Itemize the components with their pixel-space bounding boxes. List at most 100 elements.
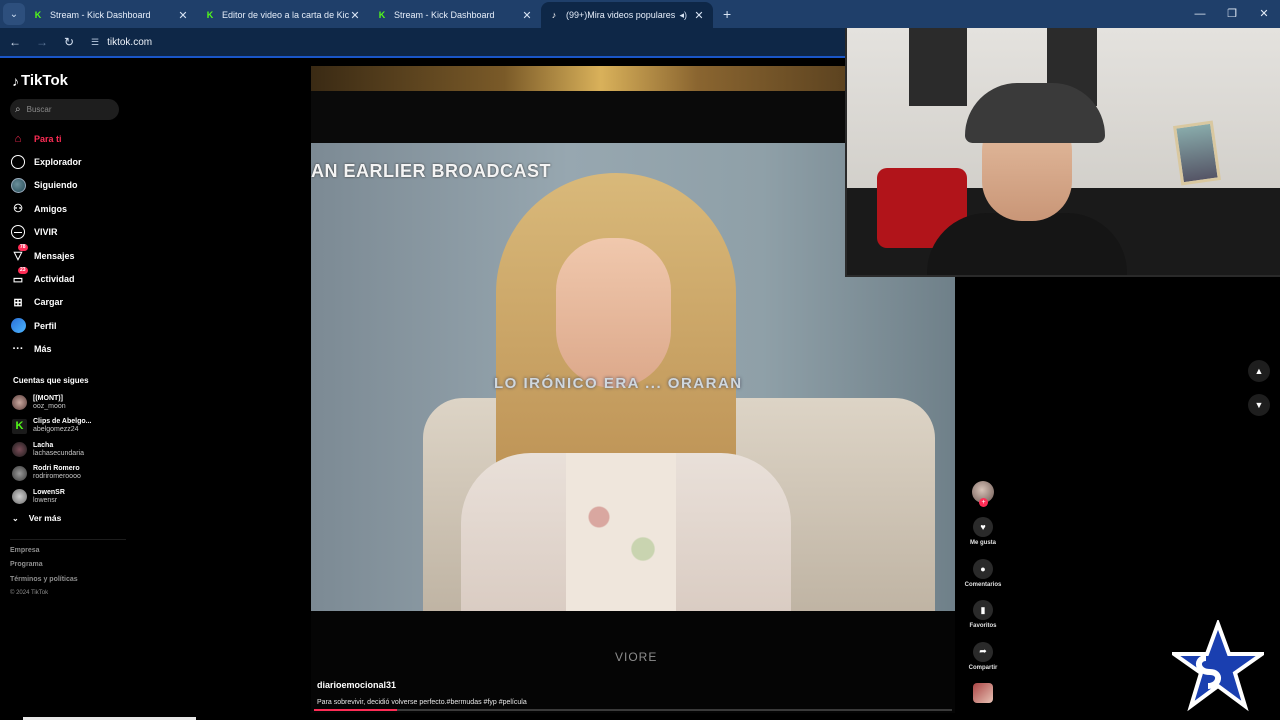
action-label: Favoritos bbox=[969, 623, 997, 629]
back-icon[interactable]: ← bbox=[3, 35, 27, 49]
channel-star-logo bbox=[1172, 620, 1264, 712]
nav-item-amigos[interactable]: ⚇ Amigos bbox=[10, 197, 128, 220]
account-name: Rodri Romero bbox=[33, 465, 80, 473]
nav-item-perfil[interactable]: Perfil bbox=[10, 314, 128, 337]
forward-icon[interactable]: → bbox=[30, 35, 54, 49]
account-name: LowenSR bbox=[33, 488, 65, 496]
video-caption: Para sobrevivir, decidió volverse perfec… bbox=[317, 699, 527, 706]
following-account[interactable]: Lacha lachasecundaria bbox=[12, 438, 128, 462]
more-icon: ··· bbox=[12, 343, 24, 356]
woman-face-shape bbox=[556, 238, 671, 388]
tab-close-icon[interactable]: ✕ bbox=[177, 9, 189, 22]
footer-link-empresa[interactable]: Empresa bbox=[10, 547, 78, 561]
kick-logo-icon: K bbox=[378, 10, 386, 20]
share-icon[interactable]: ➦ bbox=[973, 641, 993, 662]
action-label: Comentarios bbox=[964, 581, 1002, 588]
home-icon: ⌂ bbox=[14, 132, 22, 145]
scroll-up-button[interactable]: ▲ bbox=[1248, 360, 1270, 382]
tab-close-icon[interactable]: ✕ bbox=[349, 9, 361, 22]
site-info-icon[interactable]: ☰ bbox=[91, 37, 99, 48]
author-avatar[interactable]: + bbox=[972, 481, 994, 507]
sidebar: ♪ TikTok ⌕ ⌂ Para ti Explorador Siguiend… bbox=[0, 58, 130, 720]
follow-plus-icon[interactable]: + bbox=[979, 498, 988, 507]
account-name: Lacha bbox=[33, 441, 54, 449]
wall-frame-shape bbox=[1173, 120, 1221, 186]
account-user: lowensr bbox=[33, 496, 58, 504]
video-bottom-area: VIORE diarioemocional31 Para sobrevivir,… bbox=[311, 611, 955, 713]
tiktok-note-icon: ♪ bbox=[12, 72, 19, 89]
tab-close-icon[interactable]: ✕ bbox=[693, 9, 705, 22]
url-field[interactable]: ☰ tiktok.com bbox=[91, 37, 152, 48]
tab-title: Editor de video a la carta de Kick bbox=[222, 10, 349, 20]
following-section-title: Cuentas que sigues bbox=[13, 376, 89, 385]
footer-link-terminos[interactable]: Términos y políticas bbox=[10, 576, 78, 590]
search-box[interactable]: ⌕ bbox=[10, 99, 119, 120]
nav-item-mas[interactable]: ··· Más bbox=[10, 338, 128, 361]
following-account[interactable]: [(MONT)] ooz_moon bbox=[12, 391, 128, 415]
minimize-icon[interactable]: — bbox=[1184, 0, 1216, 28]
video-watermark: VIORE bbox=[615, 650, 658, 664]
compass-icon bbox=[10, 154, 26, 170]
nav-item-actividad[interactable]: ▭ 23 Actividad bbox=[10, 267, 128, 290]
nav-label: Amigos bbox=[34, 203, 68, 214]
bookmark-icon[interactable]: ▮ bbox=[973, 600, 993, 620]
nav-label: Más bbox=[34, 344, 52, 355]
following-account[interactable]: LowenSR lowensr bbox=[12, 485, 128, 509]
bookmark-action[interactable]: ▮ Favoritos bbox=[961, 600, 1005, 642]
comment-icon[interactable]: ● bbox=[973, 558, 993, 579]
footer-link-programa[interactable]: Programa bbox=[10, 561, 78, 575]
nav-item-vivir[interactable]: VIVIR bbox=[10, 221, 128, 244]
speaker-icon[interactable]: ◂) bbox=[679, 10, 687, 21]
new-tab-icon[interactable]: + bbox=[723, 6, 731, 22]
acoustic-panel bbox=[909, 28, 967, 106]
upload-icon: ⊞ bbox=[13, 296, 23, 309]
messages-badge: 78 bbox=[18, 243, 28, 251]
nav-item-siguiendo[interactable]: Siguiendo bbox=[10, 174, 128, 197]
see-more-label: Ver más bbox=[28, 513, 62, 523]
following-avatar-icon bbox=[10, 177, 26, 193]
restore-icon[interactable]: ❐ bbox=[1216, 0, 1248, 28]
share-action[interactable]: ➦ Compartir bbox=[961, 641, 1005, 684]
nav-item-explorador[interactable]: Explorador bbox=[10, 150, 128, 173]
reload-icon[interactable]: ↻ bbox=[57, 35, 81, 49]
nav-label: Siguiendo bbox=[34, 180, 78, 191]
video-overlay-text: AN EARLIER BROADCAST bbox=[311, 161, 552, 181]
tab-title: (99+)Mira videos populares bbox=[566, 10, 676, 20]
activity-badge: 23 bbox=[18, 267, 28, 275]
nav-item-cargar[interactable]: ⊞ Cargar bbox=[10, 291, 128, 314]
comment-action[interactable]: ● Comentarios bbox=[961, 558, 1005, 601]
close-window-icon[interactable]: ✕ bbox=[1248, 0, 1280, 28]
nav-label: Explorador bbox=[34, 157, 82, 168]
messages-icon: ▽ 78 bbox=[13, 243, 28, 263]
video-progress-bar[interactable] bbox=[314, 709, 952, 711]
chevron-down-icon: ▼ bbox=[1254, 400, 1264, 410]
sound-disc[interactable] bbox=[973, 683, 993, 703]
see-more-button[interactable]: ⌄ Ver más bbox=[12, 513, 61, 523]
tab-search-chevron-icon[interactable]: ⌄ bbox=[3, 3, 25, 25]
browser-tab-active[interactable]: ♪ (99+)Mira videos populares ◂) ✕ bbox=[541, 2, 713, 28]
nav-item-para-ti[interactable]: ⌂ Para ti bbox=[10, 127, 128, 150]
webcam-overlay bbox=[845, 28, 1280, 277]
browser-tab[interactable]: K Stream - Kick Dashboard ✕ bbox=[369, 2, 541, 28]
tab-close-icon[interactable]: ✕ bbox=[521, 9, 533, 22]
video-subtitle: LO IRÓNICO ERA ... ORARAN bbox=[494, 375, 743, 392]
following-account[interactable]: K Clips de Abelgo... abelgomezz24 bbox=[12, 415, 128, 439]
account-avatar bbox=[12, 489, 27, 505]
browser-tab[interactable]: K Editor de video a la carta de Kick ✕ bbox=[197, 2, 369, 28]
nav-label: Mensajes bbox=[34, 250, 75, 261]
main-nav: ⌂ Para ti Explorador Siguiendo ⚇ Amigos … bbox=[10, 127, 128, 361]
browser-tab[interactable]: K Stream - Kick Dashboard ✕ bbox=[25, 2, 197, 28]
following-account[interactable]: Rodri Romero rodriromeroooo bbox=[12, 462, 128, 486]
streamer-shirt-shape bbox=[927, 213, 1127, 275]
account-name: [(MONT)] bbox=[33, 394, 63, 402]
chevron-up-icon: ▲ bbox=[1254, 366, 1264, 376]
tiktok-logo[interactable]: ♪ TikTok bbox=[12, 72, 68, 89]
like-action[interactable]: ♥ Me gusta bbox=[961, 517, 1005, 559]
sidebar-footer: Empresa Programa Términos y políticas © … bbox=[10, 547, 78, 604]
heart-icon[interactable]: ♥ bbox=[973, 517, 993, 537]
scroll-down-button[interactable]: ▼ bbox=[1248, 394, 1270, 416]
nav-item-mensajes[interactable]: ▽ 78 Mensajes bbox=[10, 243, 128, 267]
video-author[interactable]: diarioemocional31 bbox=[317, 680, 396, 690]
search-input[interactable] bbox=[26, 105, 107, 114]
account-user: abelgomezz24 bbox=[33, 426, 79, 434]
